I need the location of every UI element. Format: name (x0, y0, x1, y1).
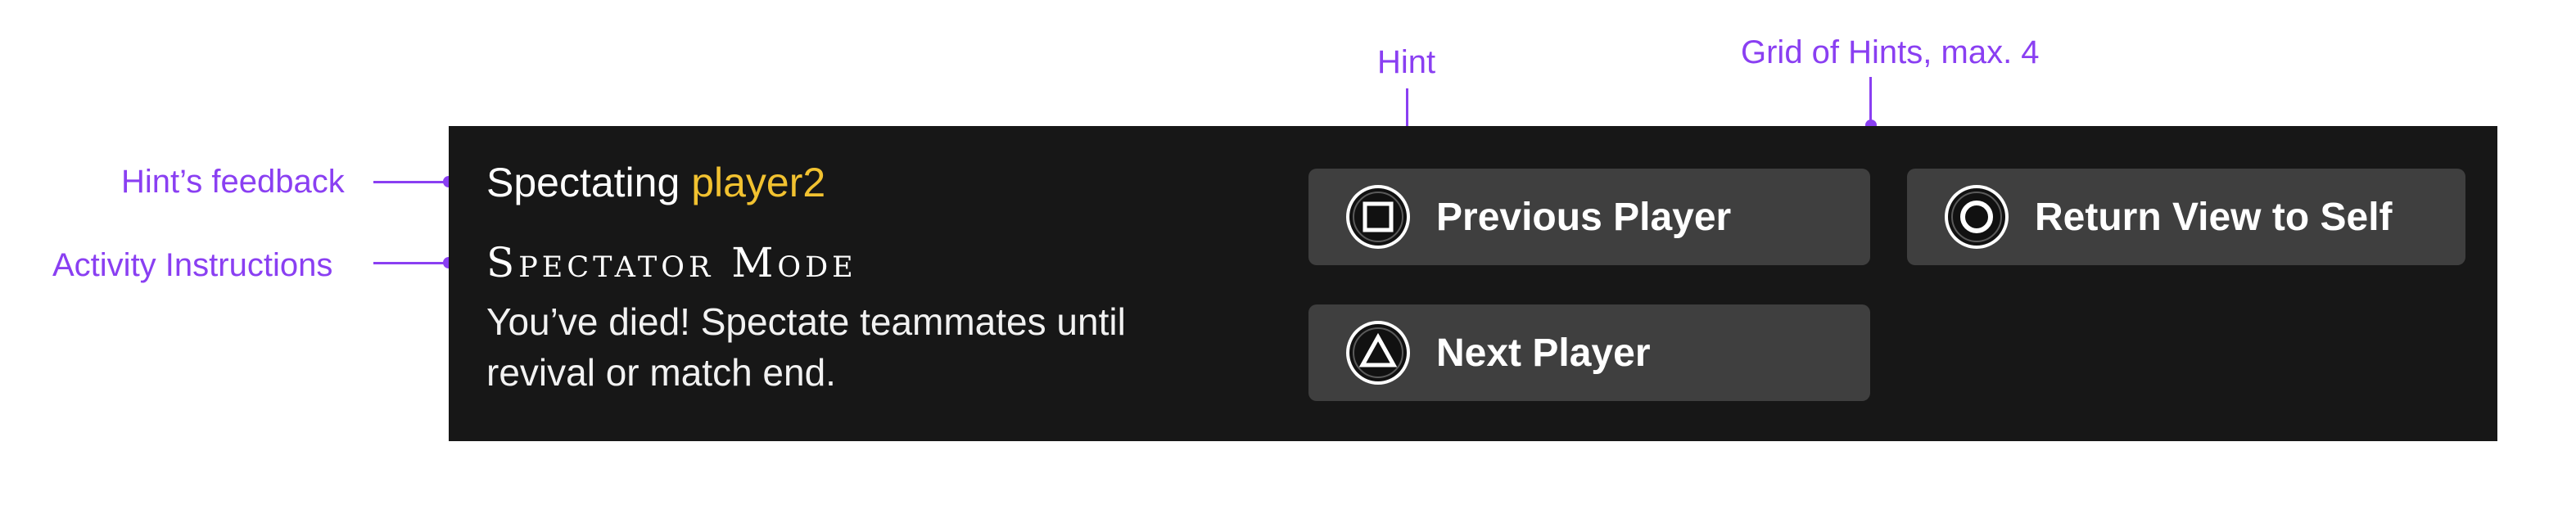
annotation-instructions-label: Activity Instructions (52, 247, 333, 283)
hint-label: Next Player (1436, 331, 1651, 375)
annotation-feedback-line (373, 181, 447, 183)
feedback-prefix: Spectating (486, 160, 680, 205)
hint-return-view-to-self[interactable]: Return View to Self (1907, 169, 2465, 265)
hint-previous-player[interactable]: Previous Player (1308, 169, 1870, 265)
activity-title: Spectator Mode (486, 239, 857, 286)
annotation-grid-label: Grid of Hints, max. 4 (1741, 34, 2040, 70)
feedback-player-name: player2 (691, 160, 826, 205)
activity-instructions: You’ve died! Spectate teammates until re… (486, 300, 1126, 394)
annotation-instructions-line (373, 262, 447, 264)
annotation-hint-label: Hint (1377, 44, 1436, 80)
hint-next-player[interactable]: Next Player (1308, 304, 1870, 401)
spectator-hud-panel: Spectating player2 Spectator Mode You’ve… (449, 126, 2497, 441)
annotation-feedback-label: Hint’s feedback (121, 164, 345, 200)
hint-label: Return View to Self (2035, 195, 2393, 239)
square-button-icon (1346, 185, 1410, 249)
annotation-grid-line (1869, 77, 1872, 123)
triangle-button-icon (1346, 321, 1410, 385)
hint-label: Previous Player (1436, 195, 1732, 239)
circle-button-icon (1945, 185, 2009, 249)
hint-feedback: Spectating player2 (486, 162, 825, 203)
